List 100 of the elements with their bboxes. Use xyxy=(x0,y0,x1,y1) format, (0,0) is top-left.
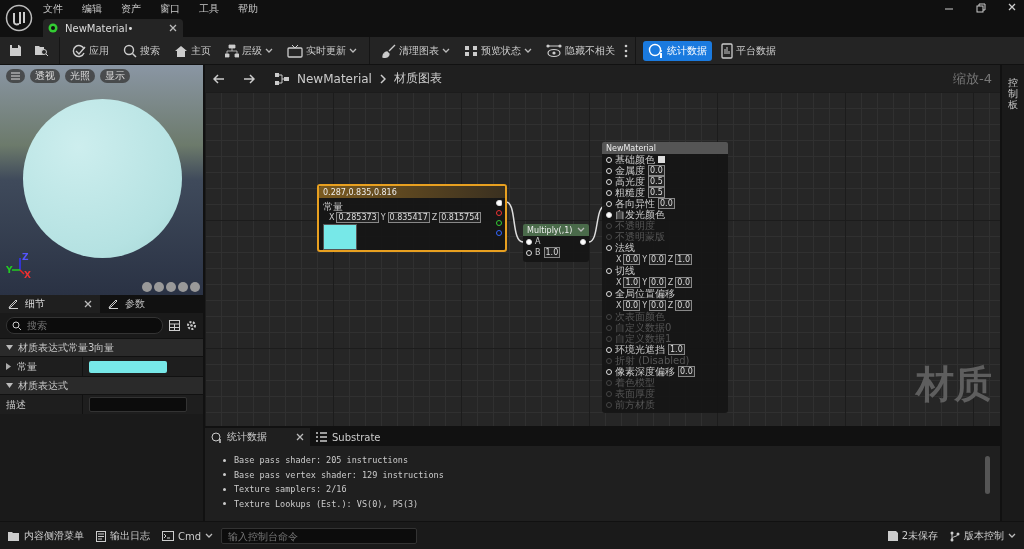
color-swatch[interactable] xyxy=(89,360,167,373)
panel-tab[interactable]: Substrate xyxy=(310,428,415,446)
menu-item[interactable]: 帮助 xyxy=(238,1,258,16)
value-field[interactable]: 1.0 xyxy=(543,247,561,258)
logo-icon[interactable] xyxy=(5,4,33,32)
scrollbar-thumb[interactable] xyxy=(985,456,990,494)
toolbar-button[interactable]: 清理图表 xyxy=(377,40,455,61)
toolbar-button[interactable]: 应用 xyxy=(67,40,114,61)
status-button[interactable]: 内容侧滑菜单 xyxy=(4,526,88,546)
brush-icon xyxy=(382,43,396,58)
source-control-button[interactable]: 版本控制 xyxy=(946,526,1020,546)
section-header[interactable]: 材质表达式 xyxy=(0,376,203,394)
value-field[interactable]: 0.0 xyxy=(623,299,641,311)
value-field[interactable]: 0.835417 xyxy=(387,211,430,223)
value-field[interactable]: 0.0 xyxy=(675,276,693,288)
toolbar-button[interactable]: 预览状态 xyxy=(459,40,537,61)
toolbar-button[interactable]: 主页 xyxy=(169,40,216,61)
tv-icon xyxy=(287,43,303,58)
search-field[interactable]: 搜索 xyxy=(6,317,163,334)
toolbar-button[interactable]: 统计数据 xyxy=(643,40,712,61)
console-input[interactable]: 输入控制台命令 xyxy=(221,528,418,544)
menu-item[interactable]: 编辑 xyxy=(82,1,102,16)
toolbar-button[interactable]: 层级 xyxy=(220,40,278,61)
toolbar-button[interactable]: 搜索 xyxy=(118,40,165,61)
text-field[interactable] xyxy=(89,397,187,412)
value-field[interactable]: 0.815754 xyxy=(439,211,482,223)
caret-icon xyxy=(1008,533,1016,539)
value-field[interactable]: 1.0 xyxy=(675,253,693,265)
pencil-icon xyxy=(8,299,19,309)
expand-arrow-icon[interactable] xyxy=(6,363,12,370)
node-title: 0.287,0.835,0.816 xyxy=(323,187,397,197)
value-field[interactable]: 0.0 xyxy=(678,366,695,377)
close-icon[interactable] xyxy=(296,433,304,441)
back-arrow-icon[interactable] xyxy=(213,73,225,84)
hierarchy-icon xyxy=(225,43,239,58)
viewport-button[interactable]: 显示 xyxy=(100,69,130,83)
close-icon[interactable] xyxy=(169,24,177,33)
color-swatch[interactable] xyxy=(658,156,665,163)
nodes-icon xyxy=(464,43,478,58)
viewport-button[interactable]: 透视 xyxy=(30,69,60,83)
viewport-menu-button[interactable] xyxy=(6,69,25,83)
node-label: 常量 xyxy=(323,200,344,212)
restore-icon[interactable] xyxy=(976,3,986,13)
section-header[interactable]: 材质表达式常量3向量 xyxy=(0,338,203,356)
property-label: 描述 xyxy=(6,397,26,412)
toolbar-button[interactable]: 实时更新 xyxy=(282,40,362,61)
axis-label: Y xyxy=(642,254,648,264)
value-field[interactable]: 0.0 xyxy=(658,198,675,209)
axis-label: X xyxy=(329,212,335,222)
value-field[interactable]: 0.0 xyxy=(649,276,666,288)
menu-item[interactable]: 资产 xyxy=(121,1,141,16)
value-field[interactable]: 0.0 xyxy=(649,253,666,265)
value-field[interactable]: 0.0 xyxy=(623,253,641,265)
value-field[interactable]: 0.0 xyxy=(675,299,693,311)
axis-label: X xyxy=(616,300,622,310)
menu-item[interactable]: 窗口 xyxy=(160,1,180,16)
branch-icon xyxy=(950,530,960,542)
graph-canvas[interactable] xyxy=(205,92,1000,426)
menu-item[interactable]: 工具 xyxy=(199,1,219,16)
stats-icon xyxy=(648,42,664,59)
forward-arrow-icon[interactable] xyxy=(243,73,255,84)
value-field[interactable]: 0.285373 xyxy=(336,211,379,223)
viewport-button[interactable]: 光照 xyxy=(65,69,95,83)
document-tab[interactable]: NewMaterial• xyxy=(43,19,183,37)
panel-tab[interactable]: 细节 xyxy=(0,295,100,313)
breadcrumb-link[interactable]: NewMaterial xyxy=(297,71,372,86)
axis-label: Y xyxy=(6,265,13,275)
cmd-dropdown[interactable]: Cmd xyxy=(158,526,218,546)
table-icon[interactable] xyxy=(169,320,180,331)
expanded-arrow-icon xyxy=(6,344,13,351)
multiply-node[interactable]: Multiply(,1) A B 1.0 xyxy=(523,224,589,262)
material-preview-viewport[interactable]: 透视 光照 显示 Z Y X xyxy=(0,65,203,295)
close-icon[interactable] xyxy=(1008,3,1016,11)
pin-label: 全局位置偏移 xyxy=(615,286,675,301)
side-tab[interactable]: 控制板 xyxy=(1000,65,1024,521)
value-field[interactable]: 1.0 xyxy=(668,344,685,355)
value-field[interactable]: 1.0 xyxy=(623,276,641,288)
close-icon[interactable] xyxy=(84,300,92,308)
axis-label: X xyxy=(616,277,622,287)
constant-node[interactable]: 0.287,0.835,0.816 常量 X 0.285373 Y 0.835417 Z 0.815754 xyxy=(317,184,507,252)
caret-icon xyxy=(205,533,214,539)
stats-line: Base pass shader: 205 instructions xyxy=(234,455,408,466)
more-icon[interactable] xyxy=(624,43,628,58)
material-output-node[interactable] xyxy=(602,142,728,413)
menu-item[interactable]: 文件 xyxy=(43,1,63,16)
value-field[interactable]: 0.5 xyxy=(648,187,665,198)
pin-label: 像素深度偏移 xyxy=(615,365,675,377)
search-icon xyxy=(123,43,137,58)
section-title: 材质表达式 xyxy=(18,378,68,393)
toolbar-button[interactable]: 隐藏不相关 xyxy=(541,40,620,61)
panel-tab[interactable]: 统计数据 xyxy=(205,428,310,446)
toolbar-button[interactable]: 平台数据 xyxy=(716,40,781,61)
settings-icon[interactable] xyxy=(186,320,197,331)
stats-line: Texture Lookups (Est.): VS(0), PS(3) xyxy=(234,498,419,509)
value-field[interactable]: 0.0 xyxy=(649,299,666,311)
unsaved-button[interactable]: 2未保存 xyxy=(883,526,942,546)
pin-label: 环境光遮挡 xyxy=(615,343,665,355)
stats-line: Texture samplers: 2/16 xyxy=(234,484,347,495)
status-button[interactable]: 输出日志 xyxy=(92,526,154,546)
breadcrumb-link[interactable]: 材质图表 xyxy=(393,70,442,87)
